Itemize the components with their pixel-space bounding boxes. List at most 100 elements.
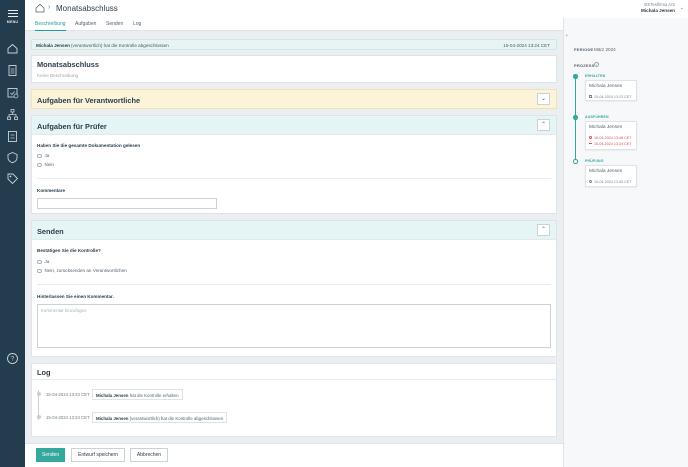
log-timestamp: 15-04-2024 13:24 CET	[46, 415, 90, 420]
main-content: Michala Jensen (verantwortlich) hat die …	[25, 31, 563, 443]
periode-label: PERIODE	[574, 47, 594, 52]
chevron-right-icon[interactable]: ›	[566, 33, 568, 39]
banner-text: (verantwortlich) hat die Kontrolle abges…	[71, 42, 169, 48]
document-icon[interactable]	[6, 64, 19, 77]
hamburger-icon	[7, 10, 18, 18]
user-menu[interactable]: Michala Jensen	[641, 8, 675, 13]
comment-placeholder: Kommentar hinzufügen	[41, 308, 87, 313]
send-title[interactable]: Senden	[37, 227, 64, 236]
description-title: Monatsabschluss	[37, 60, 100, 69]
top-header: › Monatsabschluss ISSTestfirma A/S Micha…	[25, 0, 688, 18]
clock-icon	[589, 180, 592, 183]
banner-user: Michala Jensen	[36, 42, 70, 48]
save-draft-button[interactable]: Entwurf speichern	[71, 448, 125, 462]
tab-log[interactable]: Log	[133, 21, 141, 30]
divider	[37, 178, 551, 179]
radio-nein[interactable]: Nein	[37, 162, 54, 167]
stage-done-date: 15-04-2024 13:24 CET	[589, 142, 632, 146]
stage-due-date: 16-04-2024 13:46 CET	[589, 136, 632, 140]
stage-node-current	[573, 159, 578, 164]
send-header: Senden ⌃	[32, 221, 556, 240]
cancel-button[interactable]: Abbrechen	[130, 448, 168, 462]
help-icon[interactable]: ?	[6, 352, 19, 365]
responsible-tasks-section: Aufgaben für Verantwortliche ⌄	[31, 89, 557, 109]
banner-timestamp: 15-04-2024 13:24 CET	[503, 42, 550, 48]
auditor-tasks-section: Aufgaben für Prüfer ⌃ Haben Sie die gesa…	[31, 115, 557, 214]
stage-date: 15-04-2024 13:23 CET	[589, 95, 632, 99]
status-banner: Michala Jensen (verantwortlich) hat die …	[31, 39, 557, 50]
log-section: Log 15-04-2024 13:23 CET Michala Jensen …	[31, 363, 557, 437]
mail-icon	[589, 95, 592, 98]
breadcrumb-home-icon[interactable]	[35, 3, 45, 13]
radio-circle[interactable]	[37, 259, 42, 264]
stage-label: AUSFÜHREN	[585, 115, 609, 119]
home-icon[interactable]	[6, 42, 19, 55]
confirm-question: Bestätigen Sie die Kontrolle?	[37, 248, 101, 253]
auditor-tasks-header: Aufgaben für Prüfer ⌃	[32, 116, 556, 135]
stage-person: Michala Jensen	[589, 169, 623, 174]
expand-toggle-button[interactable]: ⌄	[537, 93, 550, 105]
log-entry: Michala Jensen (verantwortlich) hat die …	[92, 412, 228, 423]
stage-card: Michala Jensen 15-04-2024 13:23 CET	[585, 80, 637, 101]
comments-input[interactable]	[37, 198, 217, 209]
stage-person: Michala Jensen	[589, 84, 623, 89]
clock-icon	[589, 136, 592, 139]
log-title: Log	[37, 368, 51, 377]
comment-label: Hinterlassen Sie einen Kommentar.	[37, 294, 114, 299]
documentation-question: Haben Sie die gesamte Dokumentation gele…	[37, 143, 141, 148]
calendar-check-icon[interactable]	[6, 86, 19, 99]
action-footer: Senden Entwurf speichern Abbrechen	[25, 443, 563, 467]
shield-icon[interactable]	[6, 151, 19, 164]
log-dot	[36, 415, 41, 419]
stage-card: Michala Jensen 16-04-2024 13:46 CET 15-0…	[585, 121, 637, 150]
description-card: Monatsabschluss Keine Beschreibung	[31, 55, 557, 83]
description-text: Keine Beschreibung	[37, 73, 79, 78]
stage-label: ERHALTEN	[585, 74, 606, 78]
menu-button[interactable]: MENU	[0, 10, 25, 25]
comment-textarea[interactable]: Kommentar hinzufügen	[37, 304, 551, 348]
radio-circle[interactable]	[37, 268, 42, 273]
process-panel: › PERIODE März 2024 PROZESS i ERHALTEN M…	[563, 18, 688, 467]
collapse-toggle-button[interactable]: ⌃	[537, 119, 550, 131]
prozess-label: PROZESS	[574, 63, 595, 68]
stage-card: Michala Jensen 15-04-2024 13:40 CET	[585, 165, 637, 187]
auditor-tasks-title[interactable]: Aufgaben für Prüfer	[37, 122, 107, 131]
info-icon[interactable]: i	[594, 62, 599, 67]
stage-label: PRÜFUNG	[585, 159, 604, 163]
tab-aufgaben[interactable]: Aufgaben	[75, 21, 96, 30]
divider	[37, 284, 551, 285]
stage-date: 15-04-2024 13:40 CET	[589, 180, 632, 184]
menu-label: MENU	[6, 19, 19, 24]
tab-beschreibung[interactable]: Beschreibung	[35, 21, 66, 31]
chevron-right-icon: ›	[48, 4, 51, 11]
company-name: ISSTestfirma A/S	[643, 2, 675, 7]
comments-label: Kommentare	[37, 188, 66, 193]
periode-value: März 2024	[594, 47, 616, 52]
log-entry: Michala Jensen hat die Kontrolle erhalte…	[92, 389, 183, 400]
responsible-tasks-title[interactable]: Aufgaben für Verantwortliche	[37, 96, 140, 105]
send-button[interactable]: Senden	[36, 448, 65, 462]
radio-circle[interactable]	[37, 162, 42, 167]
arrow-right-icon	[589, 143, 592, 144]
tag-icon[interactable]	[6, 172, 19, 185]
log-timestamp: 15-04-2024 13:23 CET	[46, 392, 90, 397]
svg-text:?: ?	[11, 357, 15, 363]
org-chart-icon[interactable]	[6, 108, 19, 121]
stage-node	[573, 115, 578, 120]
radio-circle[interactable]	[37, 153, 42, 158]
divider	[32, 379, 556, 380]
radio-return[interactable]: Nein, zurücksenden an Verantwortlichen	[37, 268, 127, 273]
radio-confirm-ja[interactable]: Ja	[37, 259, 49, 264]
radio-ja[interactable]: Ja	[37, 153, 49, 158]
nav-rail: MENU ?	[0, 0, 25, 467]
collapse-toggle-button[interactable]: ⌃	[537, 224, 550, 236]
tab-senden[interactable]: Senden	[106, 21, 123, 30]
checklist-icon[interactable]	[6, 130, 19, 143]
page-title: Monatsabschluss	[56, 4, 118, 13]
stage-node	[573, 74, 578, 79]
tab-bar: Beschreibung Aufgaben Senden Log	[25, 18, 563, 31]
log-dot	[36, 392, 41, 396]
stage-person: Michala Jensen	[589, 125, 623, 130]
chevron-down-icon[interactable]: ⌄	[680, 5, 684, 11]
send-section: Senden ⌃ Bestätigen Sie die Kontrolle? J…	[31, 220, 557, 357]
